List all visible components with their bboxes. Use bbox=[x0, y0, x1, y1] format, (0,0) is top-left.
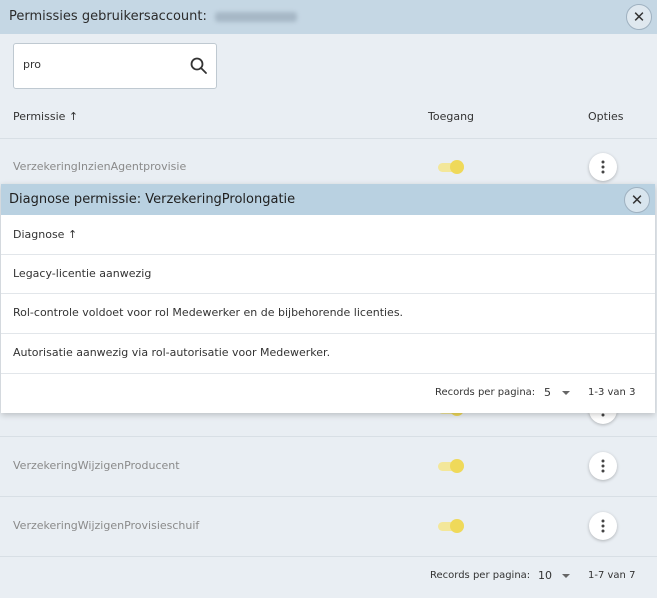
permissions-dialog-title-wrap: Permissies gebruikersaccount: bbox=[9, 9, 298, 24]
permission-row-name: VerzekeringWijzigenProducent bbox=[13, 459, 180, 472]
access-toggle[interactable] bbox=[436, 160, 466, 174]
close-icon: ✕ bbox=[630, 191, 644, 209]
close-icon: ✕ bbox=[632, 8, 646, 26]
access-toggle[interactable] bbox=[436, 459, 466, 473]
permission-row-name: VerzekeringInzienAgentprovisie bbox=[13, 160, 187, 173]
header-divider bbox=[1, 254, 655, 255]
row-options-button[interactable] bbox=[589, 512, 617, 540]
more-vertical-icon bbox=[601, 160, 605, 174]
row-divider bbox=[0, 556, 657, 557]
row-divider bbox=[1, 333, 655, 334]
redacted-username bbox=[215, 11, 298, 22]
chevron-down-icon[interactable] bbox=[562, 574, 570, 578]
diagnose-row: Autorisatie aanwezig via rol-autorisatie… bbox=[13, 346, 331, 359]
diagnose-row: Legacy-licentie aanwezig bbox=[13, 267, 152, 280]
row-divider bbox=[0, 496, 657, 497]
permission-row-name: VerzekeringWijzigenProvisieschuif bbox=[13, 519, 200, 532]
diagnose-row: Rol-controle voldoet voor rol Medewerker… bbox=[13, 306, 404, 319]
toggle-knob bbox=[450, 160, 464, 174]
records-per-page-label: Records per pagina: bbox=[430, 570, 531, 581]
more-vertical-icon bbox=[601, 519, 605, 533]
row-options-button[interactable] bbox=[589, 153, 617, 181]
diagnose-dialog-close-button[interactable]: ✕ bbox=[624, 187, 650, 213]
pagination-range: 1-3 van 3 bbox=[588, 387, 636, 398]
page-size-select[interactable]: 5 bbox=[544, 386, 551, 399]
more-vertical-icon bbox=[601, 459, 605, 473]
column-header-permission[interactable]: Permissie ↑ bbox=[13, 110, 78, 123]
toggle-knob bbox=[450, 519, 464, 533]
diagnose-dialog-title: Diagnose permissie: VerzekeringProlongat… bbox=[9, 192, 296, 207]
row-divider bbox=[0, 436, 657, 437]
chevron-down-icon[interactable] bbox=[562, 391, 570, 395]
row-options-button[interactable] bbox=[589, 452, 617, 480]
diagnose-dialog-header: Diagnose permissie: VerzekeringProlongat… bbox=[1, 184, 655, 215]
search-icon[interactable] bbox=[189, 56, 209, 76]
permissions-dialog-close-button[interactable]: ✕ bbox=[626, 4, 652, 30]
toggle-knob bbox=[450, 459, 464, 473]
records-per-page-label: Records per pagina: bbox=[435, 387, 536, 398]
permissions-dialog-title: Permissies gebruikersaccount: bbox=[9, 9, 207, 24]
header-divider bbox=[0, 138, 657, 139]
column-header-diagnose[interactable]: Diagnose ↑ bbox=[13, 228, 77, 241]
search-field bbox=[13, 43, 217, 89]
column-header-access: Toegang bbox=[428, 110, 475, 123]
column-header-options: Opties bbox=[588, 110, 624, 123]
row-divider bbox=[1, 373, 655, 374]
page-size-select[interactable]: 10 bbox=[538, 569, 552, 582]
access-toggle[interactable] bbox=[436, 519, 466, 533]
row-divider bbox=[1, 293, 655, 294]
pagination-range: 1-7 van 7 bbox=[588, 570, 636, 581]
permissions-dialog-header: Permissies gebruikersaccount: ✕ bbox=[0, 0, 657, 34]
search-input[interactable] bbox=[23, 58, 183, 71]
diagnose-dialog: Diagnose permissie: VerzekeringProlongat… bbox=[1, 184, 655, 413]
